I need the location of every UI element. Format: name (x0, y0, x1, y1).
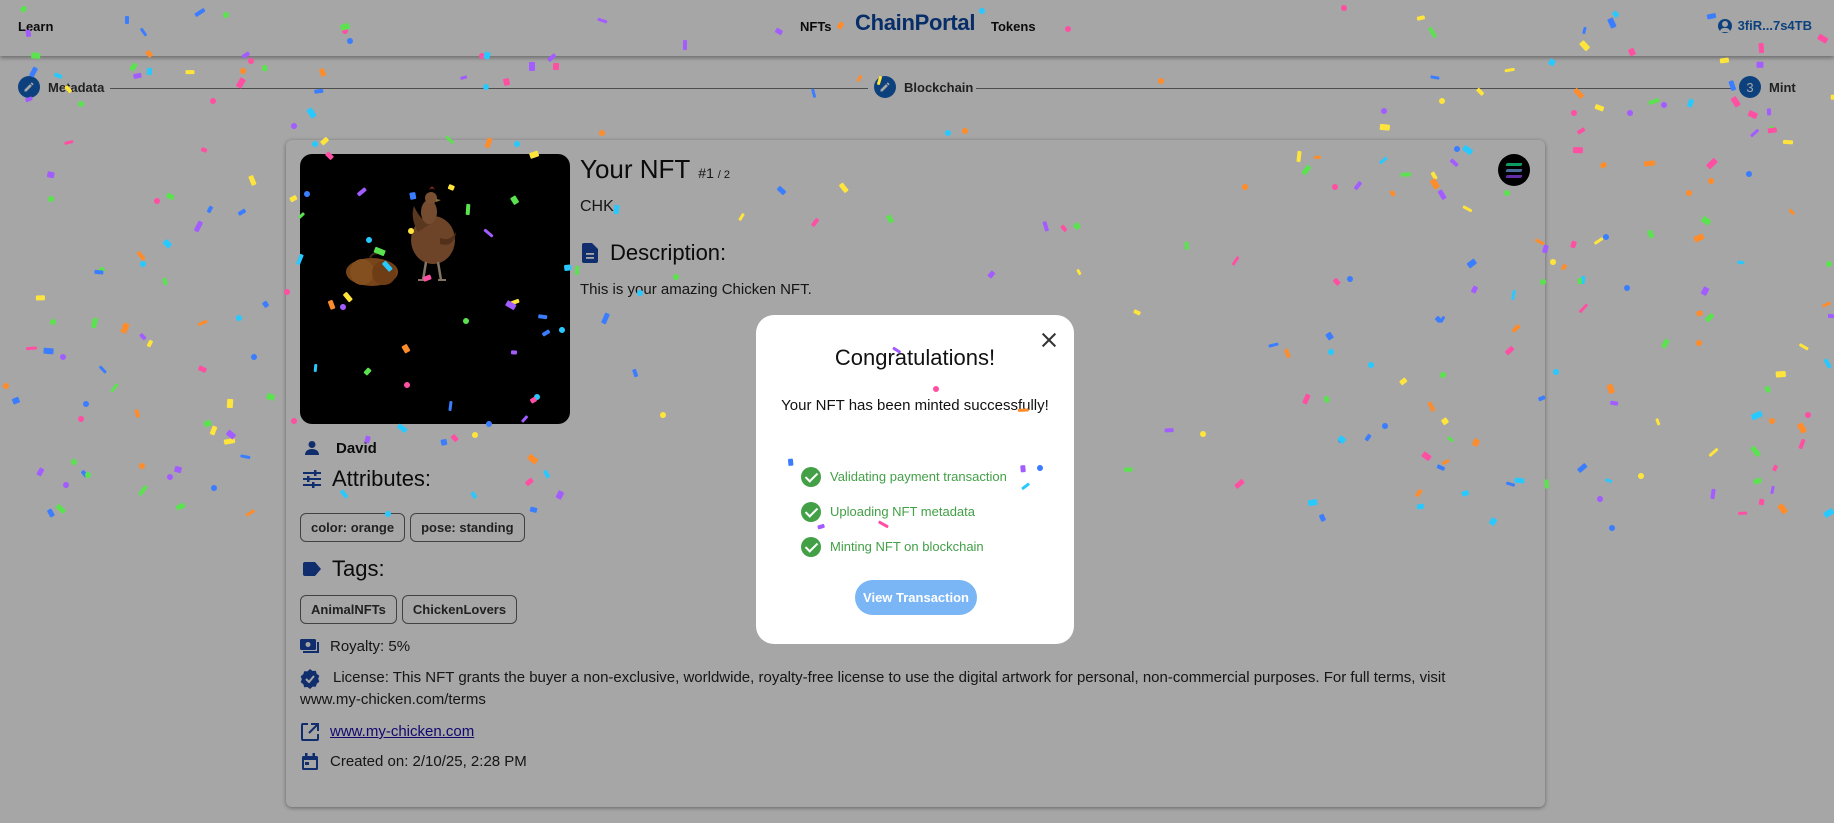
view-transaction-button[interactable]: View Transaction (855, 580, 977, 615)
dialog-title: Congratulations! (834, 345, 996, 370)
check-circle-icon (801, 536, 821, 557)
dialog-message: Your NFT has been minted successfully! (781, 397, 1049, 414)
progress-step: Minting NFT on blockchain (801, 529, 1007, 564)
check-circle-icon (801, 466, 821, 487)
progress-step: Uploading NFT metadata (801, 494, 1007, 529)
check-circle-icon (801, 501, 821, 522)
success-dialog: Congratulations! Your NFT has been minte… (756, 315, 1074, 644)
mint-progress-list: Validating payment transaction Uploading… (801, 459, 1007, 564)
progress-step: Validating payment transaction (801, 459, 1007, 494)
